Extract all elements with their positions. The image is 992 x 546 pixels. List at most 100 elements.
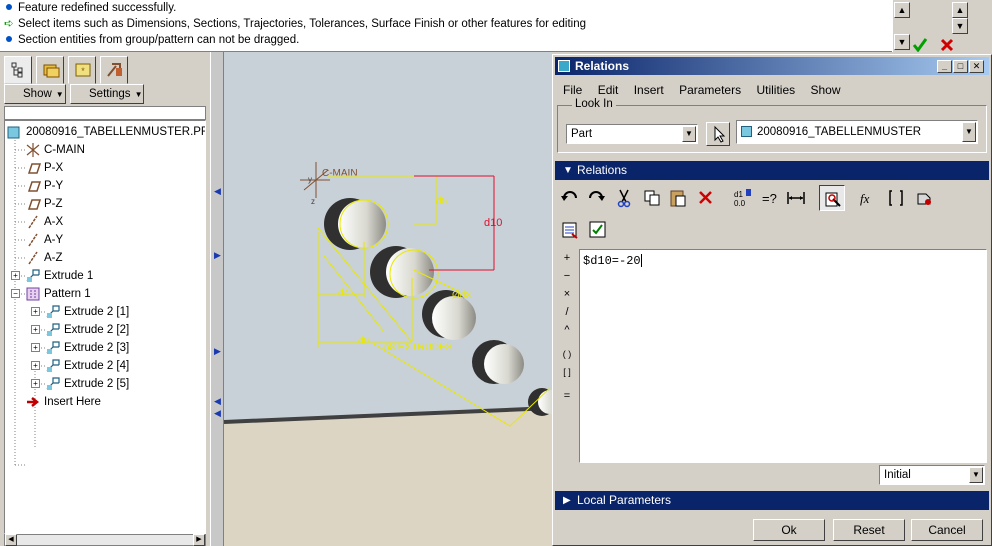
menu-parameters[interactable]: Parameters	[673, 81, 747, 99]
scroll-down-icon[interactable]: ▼	[952, 18, 968, 34]
model-tree[interactable]: 20080916_TABELLENMUSTER.PRT C-MAIN P-X P…	[4, 120, 206, 534]
op-minus-button[interactable]: −	[557, 267, 577, 285]
scroll-up-icon[interactable]: ▲	[952, 2, 968, 18]
menu-file[interactable]: File	[557, 81, 588, 99]
tab-model-tree[interactable]	[4, 56, 32, 84]
tree-horizontal-scrollbar[interactable]: ◀ ▶	[4, 534, 206, 546]
expand-icon[interactable]: +	[31, 343, 40, 352]
redo-button[interactable]	[583, 185, 609, 211]
expand-icon[interactable]: +	[31, 325, 40, 334]
delete-button[interactable]	[693, 185, 719, 211]
insert-function-button[interactable]: fx	[855, 185, 881, 211]
tab-favorites[interactable]: *	[68, 56, 96, 84]
expand-icon[interactable]: +	[11, 271, 20, 280]
paste-button[interactable]	[665, 185, 691, 211]
show-button[interactable]: Show ▼	[4, 84, 66, 104]
chevron-down-icon[interactable]: ▼	[969, 467, 983, 483]
chevron-down-icon[interactable]: ▼	[962, 122, 976, 142]
dim-d4[interactable]: d4	[338, 288, 350, 299]
op-power-button[interactable]: ^	[557, 321, 577, 339]
expand-icon[interactable]: +	[31, 361, 40, 370]
model-canvas[interactable]: C-MAIN z y d5 d10 d4 Ød3 d9 p8 EXTRUDES	[224, 52, 552, 546]
panel-sash[interactable]: ◀ ▶ ▶ ◀ ◀	[210, 52, 224, 546]
ok-button[interactable]: Ok	[753, 519, 825, 541]
chevron-down-icon[interactable]: ▼	[682, 126, 696, 142]
menu-show[interactable]: Show	[804, 81, 846, 99]
tree-item-insert-here[interactable]: Insert Here	[25, 393, 101, 411]
scroll-right-icon[interactable]: ▶	[193, 534, 205, 546]
tree-item[interactable]: Extrude 2 [5]	[45, 375, 129, 393]
sort-relations-button[interactable]	[819, 185, 845, 211]
scroll-up-icon[interactable]: ▲	[894, 2, 910, 18]
dialog-title-bar[interactable]: Relations _ □ ✕	[555, 57, 989, 75]
expand-icon[interactable]: +	[31, 379, 40, 388]
scroll-left-icon[interactable]: ◀	[5, 534, 17, 546]
scroll-down-icon[interactable]: ▼	[894, 34, 910, 50]
copy-button[interactable]	[639, 185, 665, 211]
op-plus-button[interactable]: +	[557, 249, 577, 267]
units-select[interactable]: Initial ▼	[879, 465, 985, 485]
unit-sensitive-button[interactable]	[911, 185, 937, 211]
select-object-button[interactable]	[706, 122, 730, 146]
reset-button[interactable]: Reset	[833, 519, 905, 541]
dim-d3[interactable]: Ød3	[452, 290, 471, 301]
local-parameters-header[interactable]: ▶ Local Parameters	[555, 491, 989, 510]
tree-item[interactable]: A-X	[25, 213, 63, 231]
settings-button[interactable]: Settings ▼	[70, 84, 144, 104]
look-in-object-select[interactable]: 20080916_TABELLENMUSTER ▼	[736, 120, 978, 144]
dim-d10[interactable]: d10	[484, 217, 502, 229]
tree-item[interactable]: P-X	[25, 159, 63, 177]
op-equals-button[interactable]: =	[557, 387, 577, 405]
tree-item[interactable]: A-Y	[25, 231, 63, 249]
tree-item[interactable]: Extrude 2 [4]	[45, 357, 129, 375]
relations-editor[interactable]: $d10=-20	[579, 249, 987, 463]
menu-edit[interactable]: Edit	[592, 81, 625, 99]
close-icon[interactable]: ✕	[969, 60, 984, 73]
expand-right-icon[interactable]: ▶	[214, 250, 221, 261]
minimize-icon[interactable]: _	[937, 60, 952, 73]
tree-item[interactable]: Extrude 1	[25, 267, 93, 285]
graphics-viewport[interactable]: C-MAIN z y d5 d10 d4 Ød3 d9 p8 EXTRUDES	[224, 52, 552, 546]
tab-folder-browser[interactable]	[36, 56, 64, 84]
switch-dims-button[interactable]: d1 0.0	[729, 185, 755, 211]
op-parentheses-button[interactable]: ( )	[557, 345, 577, 363]
tab-connections[interactable]	[100, 56, 128, 84]
tree-item[interactable]: P-Y	[25, 177, 63, 195]
undo-button[interactable]	[557, 185, 583, 211]
tree-item[interactable]: Extrude 2 [2]	[45, 321, 129, 339]
expand-right-icon[interactable]: ▶	[214, 346, 221, 357]
insert-dimension-button[interactable]	[783, 185, 809, 211]
relations-section-header[interactable]: ▼ Relations	[555, 161, 989, 180]
collapse-left-icon[interactable]: ◀	[214, 186, 221, 197]
expand-icon[interactable]: +	[31, 307, 40, 316]
tree-item[interactable]: Extrude 2 [1]	[45, 303, 129, 321]
dim-p8[interactable]: p8 EXTRUDES	[384, 342, 453, 353]
cancel-button[interactable]: Cancel	[911, 519, 983, 541]
tree-item[interactable]: P-Z	[25, 195, 63, 213]
tree-item[interactable]: A-Z	[25, 249, 63, 267]
message-scrollbar[interactable]: ▲ ▼	[892, 0, 912, 52]
menu-utilities[interactable]: Utilities	[750, 81, 801, 99]
op-multiply-button[interactable]: ×	[557, 285, 577, 303]
maximize-icon[interactable]: □	[953, 60, 968, 73]
look-in-type-select[interactable]: Part ▼	[566, 124, 698, 144]
dim-d5[interactable]: d5	[436, 196, 448, 207]
show-dims-button[interactable]	[557, 217, 583, 243]
paste-icon	[670, 190, 686, 207]
relation-line[interactable]: $d10=-20	[583, 254, 641, 268]
dim-d9[interactable]: d9	[358, 336, 370, 347]
accept-cancel-icons[interactable]	[912, 38, 962, 52]
tree-item[interactable]: C-MAIN	[25, 141, 85, 159]
tree-item[interactable]: Extrude 2 [3]	[45, 339, 129, 357]
verify-button[interactable]	[585, 217, 611, 243]
menu-insert[interactable]: Insert	[628, 81, 670, 99]
collapse-left-icon[interactable]: ◀	[214, 408, 221, 419]
op-brackets-button[interactable]: [ ]	[557, 363, 577, 381]
insert-parameter-button[interactable]	[883, 185, 909, 211]
cut-button[interactable]	[611, 185, 637, 211]
evaluate-button[interactable]: =?	[757, 185, 783, 211]
tree-item[interactable]: Pattern 1	[25, 285, 91, 303]
op-divide-button[interactable]: /	[557, 303, 577, 321]
collapse-icon[interactable]: −	[11, 289, 20, 298]
collapse-left-icon[interactable]: ◀	[214, 396, 221, 407]
